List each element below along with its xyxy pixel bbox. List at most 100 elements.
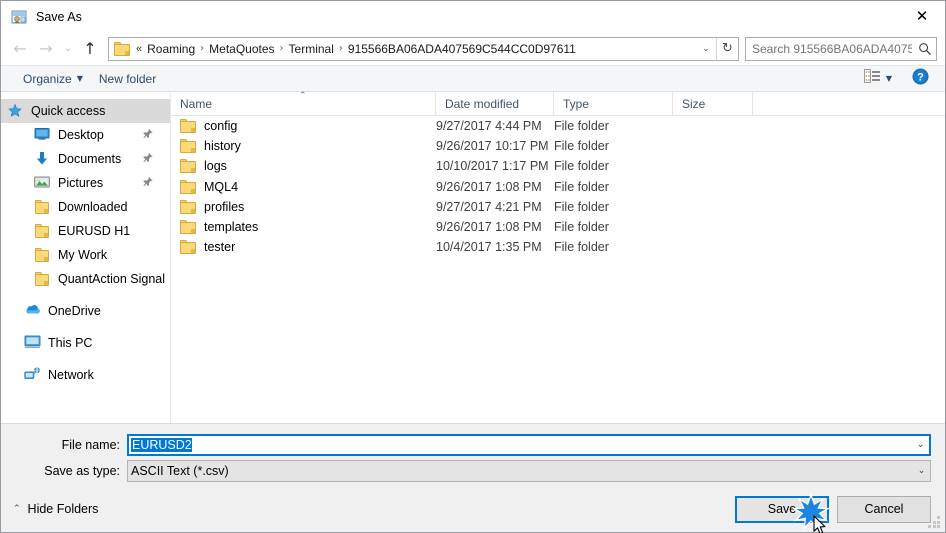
sidebar-item-quantaction-signal[interactable]: QuantAction Signal bbox=[1, 267, 170, 291]
sidebar-item-network[interactable]: Network bbox=[1, 363, 170, 387]
navigation-sidebar: Quick access Desktop Documents Pictures … bbox=[1, 92, 171, 423]
chevron-down-icon[interactable]: ⌄ bbox=[912, 440, 929, 450]
file-name-input[interactable]: EURUSD2 ⌄ bbox=[127, 434, 931, 456]
back-button[interactable]: ← bbox=[7, 36, 33, 62]
search-box[interactable] bbox=[745, 36, 937, 61]
pin-icon[interactable] bbox=[138, 174, 156, 192]
sidebar-item-pictures[interactable]: Pictures bbox=[1, 171, 170, 195]
breadcrumb-item-2[interactable]: Terminal bbox=[286, 42, 337, 56]
breadcrumb-item-1[interactable]: MetaQuotes bbox=[206, 42, 277, 56]
table-row[interactable]: history 9/26/2017 10:17 PM File folder bbox=[171, 136, 945, 156]
svg-text:?: ? bbox=[917, 71, 924, 83]
chevron-down-icon[interactable]: ⌄ bbox=[696, 38, 716, 60]
folder-icon bbox=[34, 223, 51, 239]
onedrive-icon bbox=[24, 303, 41, 319]
sidebar-item-eurusd-h1[interactable]: EURUSD H1 bbox=[1, 219, 170, 243]
row-type-cell: File folder bbox=[554, 240, 609, 255]
table-row[interactable]: config 9/27/2017 4:44 PM File folder bbox=[171, 116, 945, 136]
dialog-footer: ⌃ Hide Folders Save Cancel bbox=[1, 486, 945, 533]
sidebar-item-downloaded[interactable]: Downloaded bbox=[1, 195, 170, 219]
sort-ascending-icon: ⌃ bbox=[299, 90, 307, 101]
sidebar-item-this-pc[interactable]: This PC bbox=[1, 331, 170, 355]
folder-icon bbox=[180, 139, 196, 154]
up-button[interactable]: ↑ bbox=[77, 36, 103, 62]
sidebar-item-label: Pictures bbox=[58, 176, 104, 190]
column-header-date-modified[interactable]: Date modified bbox=[436, 91, 554, 116]
new-folder-button[interactable]: New folder bbox=[91, 67, 164, 90]
table-row[interactable]: logs 10/10/2017 1:17 PM File folder bbox=[171, 156, 945, 176]
sidebar-item-label: Downloaded bbox=[58, 200, 128, 214]
sidebar-item-quick-access[interactable]: Quick access bbox=[1, 99, 170, 123]
desktop-icon bbox=[34, 127, 51, 143]
chevron-down-icon[interactable]: ⌄ bbox=[913, 466, 930, 476]
sidebar-item-my-work[interactable]: My Work bbox=[1, 243, 170, 267]
organize-label: Organize bbox=[23, 71, 72, 86]
folder-icon bbox=[180, 119, 196, 134]
address-bar[interactable]: « Roaming › MetaQuotes › Terminal › 9155… bbox=[108, 36, 739, 61]
file-name-row: File name: EURUSD2 ⌄ bbox=[1, 434, 945, 456]
row-name-label: config bbox=[204, 119, 238, 134]
chevron-right-icon: › bbox=[338, 43, 343, 54]
window-title: Save As bbox=[36, 9, 82, 24]
file-list-pane: Name ⌃ Date modified Type Size config 9/… bbox=[171, 90, 945, 423]
row-type-cell: File folder bbox=[554, 159, 609, 174]
table-row[interactable]: templates 9/26/2017 1:08 PM File folder bbox=[171, 217, 945, 237]
file-name-value-wrap: EURUSD2 bbox=[129, 438, 912, 452]
table-row[interactable]: profiles 9/27/2017 4:21 PM File folder bbox=[171, 197, 945, 217]
title-bar: Save As ✕ bbox=[1, 1, 945, 32]
row-date-cell: 10/10/2017 1:17 PM bbox=[436, 159, 549, 174]
save-as-type-value: ASCII Text (*.csv) bbox=[131, 464, 229, 478]
star-icon bbox=[7, 103, 24, 119]
forward-button[interactable]: → bbox=[33, 36, 59, 62]
column-header-label: Name bbox=[180, 96, 213, 111]
chevron-right-icon: › bbox=[200, 43, 205, 54]
hide-folders-button[interactable]: ⌃ Hide Folders bbox=[13, 502, 98, 516]
column-header-size[interactable]: Size bbox=[673, 91, 753, 116]
resize-grip[interactable] bbox=[928, 516, 941, 529]
folder-icon bbox=[34, 247, 51, 263]
row-name-label: MQL4 bbox=[204, 179, 239, 194]
sidebar-item-documents[interactable]: Documents bbox=[1, 147, 170, 171]
refresh-icon[interactable]: ↻ bbox=[716, 37, 738, 60]
save-as-type-select[interactable]: ASCII Text (*.csv) ⌄ bbox=[127, 460, 931, 482]
row-name-cell: history bbox=[171, 139, 436, 154]
recent-locations-button[interactable]: ⌄ bbox=[59, 36, 77, 62]
file-name-value: EURUSD2 bbox=[131, 438, 192, 452]
search-input[interactable] bbox=[746, 40, 914, 57]
sidebar-item-desktop[interactable]: Desktop bbox=[1, 123, 170, 147]
save-as-icon bbox=[11, 9, 27, 25]
column-header-name[interactable]: Name ⌃ bbox=[171, 90, 436, 116]
sidebar-item-label: QuantAction Signal bbox=[58, 272, 166, 286]
dialog-body: Quick access Desktop Documents Pictures … bbox=[1, 90, 945, 423]
pin-icon[interactable] bbox=[138, 150, 156, 168]
network-icon bbox=[24, 367, 41, 383]
table-row[interactable]: tester 10/4/2017 1:35 PM File folder bbox=[171, 237, 945, 257]
row-name-label: tester bbox=[204, 240, 236, 255]
save-button[interactable]: Save bbox=[735, 492, 831, 533]
breadcrumb-item-3[interactable]: 915566BA06ADA407569C544CC0D97611 bbox=[345, 42, 579, 56]
breadcrumb-item-0[interactable]: Roaming bbox=[144, 42, 198, 56]
table-row[interactable]: MQL4 9/26/2017 1:08 PM File folder bbox=[171, 177, 945, 197]
pin-icon[interactable] bbox=[138, 126, 156, 144]
row-type-cell: File folder bbox=[554, 179, 609, 194]
row-date-cell: 10/4/2017 1:35 PM bbox=[436, 240, 542, 255]
command-toolbar: Organize ▼ New folder ▼ ? bbox=[1, 65, 945, 92]
sidebar-item-onedrive[interactable]: OneDrive bbox=[1, 299, 170, 323]
folder-icon bbox=[180, 199, 196, 214]
close-icon[interactable]: ✕ bbox=[899, 1, 945, 31]
folder-icon bbox=[114, 41, 130, 56]
view-layout-icon bbox=[863, 69, 881, 88]
row-name-label: templates bbox=[204, 220, 259, 235]
cancel-button[interactable]: Cancel bbox=[837, 495, 931, 523]
folder-icon bbox=[180, 179, 196, 194]
chevron-down-icon: ▼ bbox=[885, 74, 892, 83]
row-name-cell: MQL4 bbox=[171, 179, 436, 194]
help-button[interactable]: ? bbox=[912, 68, 929, 90]
breadcrumb-overflow[interactable]: « bbox=[134, 43, 144, 55]
sidebar-item-label: Documents bbox=[58, 152, 122, 166]
change-view-button[interactable]: ▼ bbox=[860, 69, 896, 88]
row-name-label: logs bbox=[204, 159, 227, 174]
row-type-cell: File folder bbox=[554, 220, 609, 235]
organize-button[interactable]: Organize ▼ bbox=[15, 67, 91, 90]
column-header-type[interactable]: Type bbox=[554, 91, 673, 116]
